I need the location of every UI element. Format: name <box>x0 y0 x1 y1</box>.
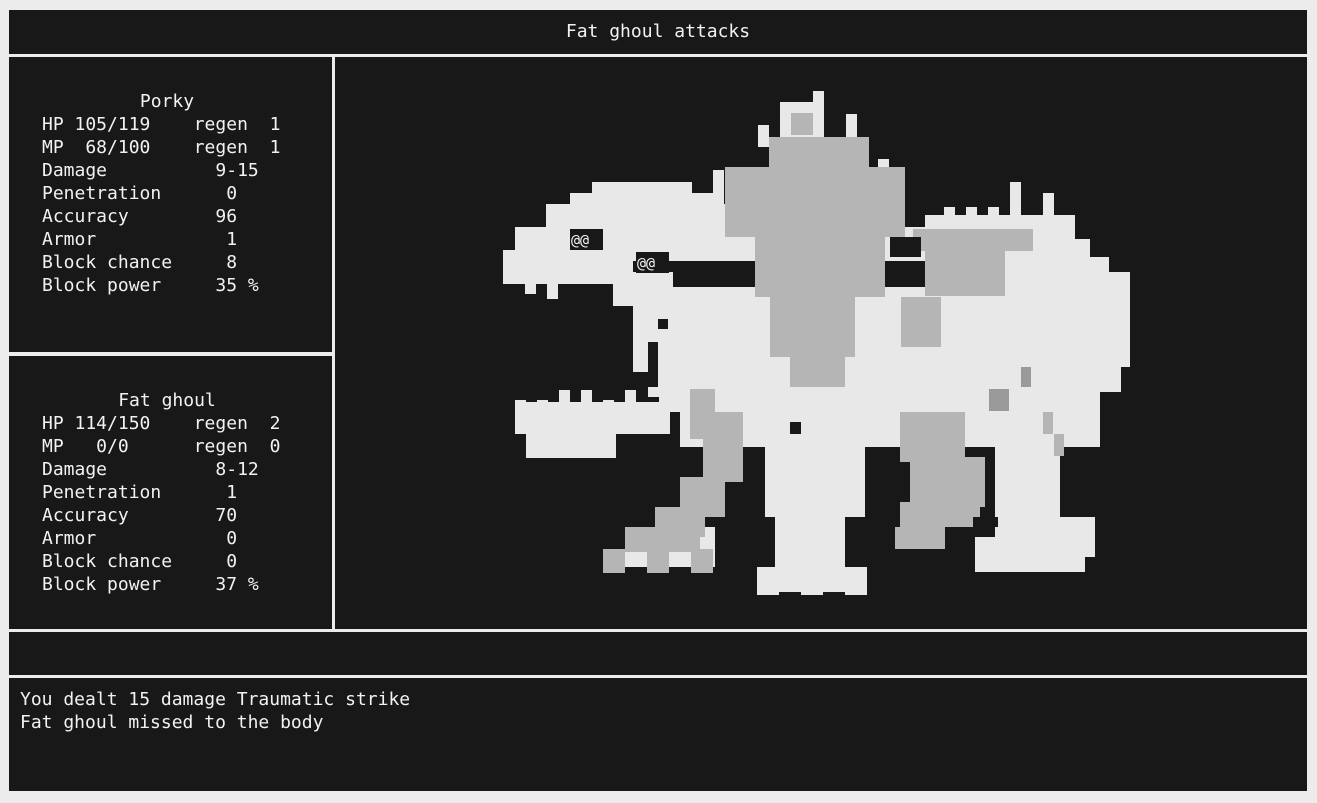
monster-sprite-panel: @@ @@ <box>335 57 1307 629</box>
enemy-damage-row: Damage 8-12 <box>42 459 259 480</box>
player-accuracy-row: Accuracy 96 <box>42 206 238 227</box>
player-name: Porky <box>139 91 195 112</box>
eye-left-glyph: @@ <box>571 231 589 249</box>
battle-title: Fat ghoul attacks <box>565 21 751 42</box>
fat-ghoul-sprite: @@ @@ <box>503 91 1130 595</box>
log-line: You dealt 15 damage Traumatic strike <box>20 689 411 710</box>
player-mp-row: MP 68/100 regen 1 <box>42 137 281 158</box>
player-block-power-row: Block power 35 % <box>42 275 259 296</box>
enemy-block-power-row: Block power 37 % <box>42 574 259 595</box>
enemy-block-chance-row: Block chance 0 <box>42 551 238 572</box>
enemy-hp-row: HP 114/150 regen 2 <box>42 413 281 434</box>
player-stats: Porky HP 105/119 regen 1 MP 68/100 regen… <box>42 90 292 297</box>
player-penetration-row: Penetration 0 <box>42 183 238 204</box>
log-line: Fat ghoul missed to the body <box>20 712 324 733</box>
player-hp-row: HP 105/119 regen 1 <box>42 114 281 135</box>
action-bar <box>9 632 1307 675</box>
enemy-penetration-row: Penetration 1 <box>42 482 238 503</box>
combat-log: You dealt 15 damage Traumatic strike Fat… <box>20 688 410 734</box>
enemy-accuracy-row: Accuracy 70 <box>42 505 238 526</box>
player-block-chance-row: Block chance 8 <box>42 252 238 273</box>
player-damage-row: Damage 9-15 <box>42 160 259 181</box>
player-stats-panel: Porky HP 105/119 regen 1 MP 68/100 regen… <box>9 57 332 352</box>
enemy-stats: Fat ghoul HP 114/150 regen 2 MP 0/0 rege… <box>42 389 292 596</box>
enemy-armor-row: Armor 0 <box>42 528 238 549</box>
enemy-stats-panel: Fat ghoul HP 114/150 regen 2 MP 0/0 rege… <box>9 356 332 629</box>
enemy-name: Fat ghoul <box>118 390 216 411</box>
eye-right-glyph: @@ <box>637 254 655 272</box>
player-armor-row: Armor 1 <box>42 229 238 250</box>
combat-log-panel: You dealt 15 damage Traumatic strike Fat… <box>9 678 1307 791</box>
title-bar: Fat ghoul attacks <box>9 10 1307 54</box>
enemy-mp-row: MP 0/0 regen 0 <box>42 436 281 457</box>
